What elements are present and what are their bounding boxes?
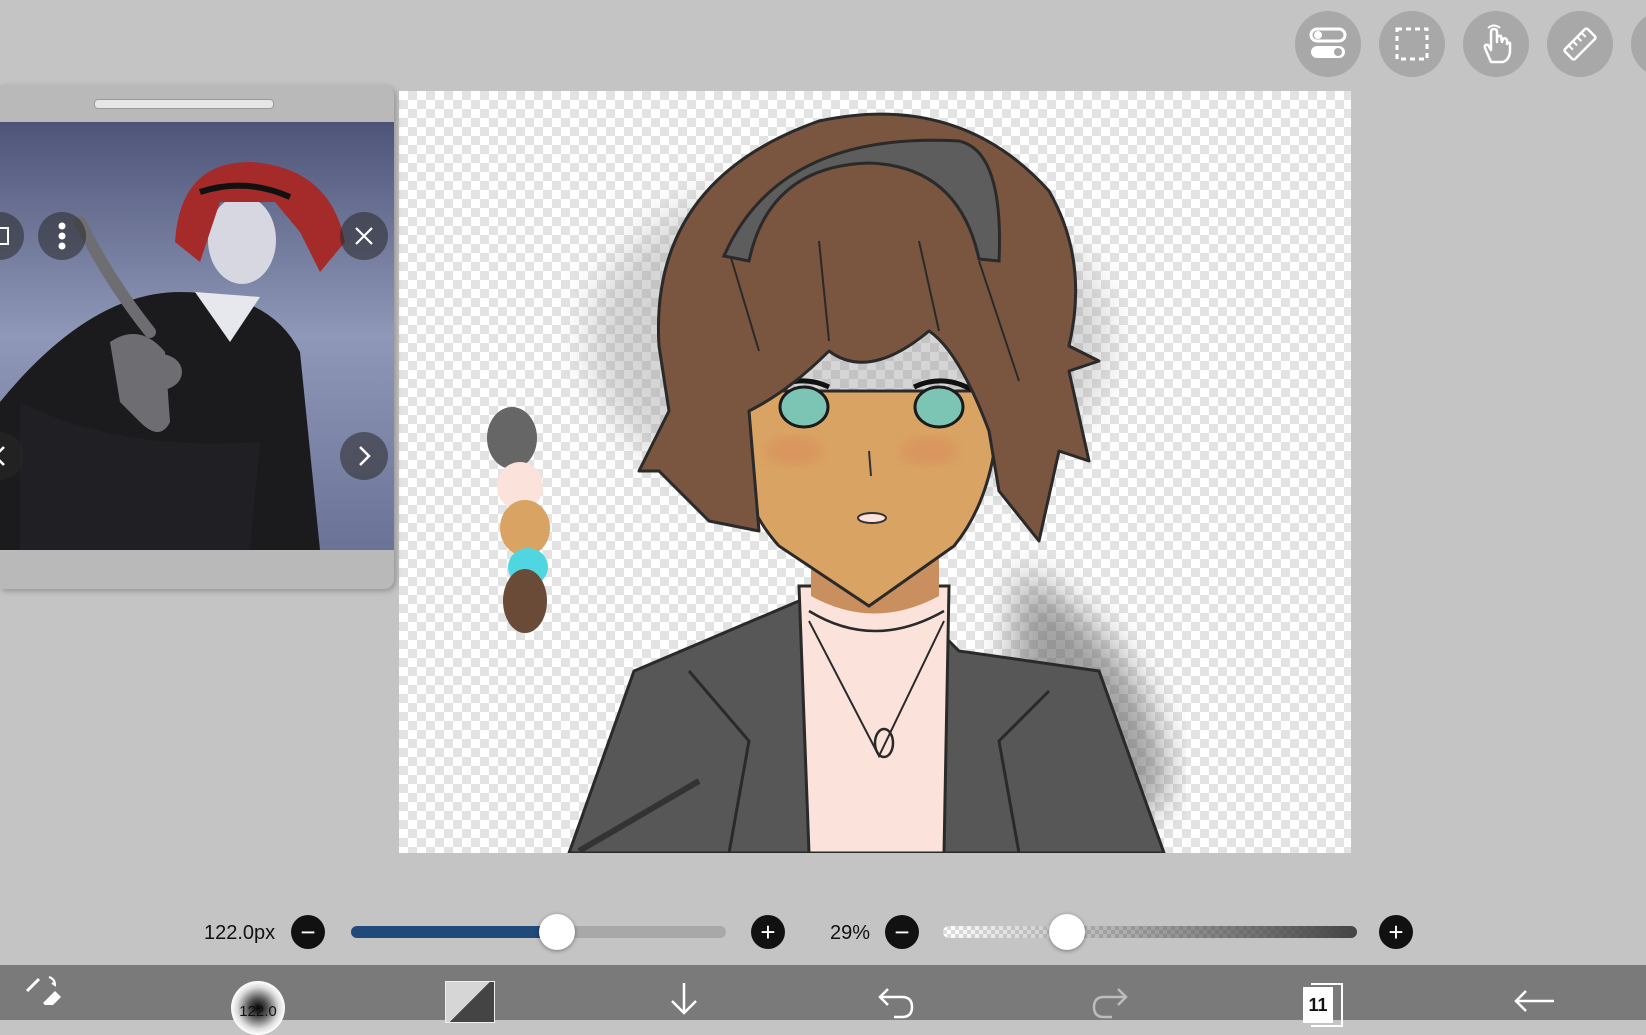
- reference-image: [0, 122, 394, 550]
- layers-button[interactable]: 11: [1300, 965, 1344, 1027]
- brush-size-decrease-button[interactable]: −: [291, 915, 325, 949]
- opacity-decrease-button[interactable]: −: [885, 915, 919, 949]
- redo-button[interactable]: [1088, 965, 1132, 1020]
- toggle-button[interactable]: [1295, 11, 1361, 77]
- palette-swatch: [487, 407, 537, 469]
- brush-icon: 122.0: [231, 981, 285, 1035]
- chevron-left-icon: [0, 446, 5, 466]
- brush-size-fill: [351, 926, 557, 938]
- brush-thumbnail-label: 122.0: [239, 1003, 277, 1020]
- brush-button[interactable]: 122.0: [228, 965, 288, 1035]
- selection-icon: [1395, 27, 1429, 61]
- ruler-icon: [1563, 27, 1597, 61]
- more-toolbar-button[interactable]: [1631, 11, 1646, 77]
- opacity-thumb[interactable]: [1049, 914, 1085, 950]
- palette-swatch: [500, 500, 550, 556]
- opacity-track[interactable]: [943, 926, 1357, 938]
- hand-button[interactable]: [1463, 11, 1529, 77]
- layers-icon: 11: [1303, 983, 1343, 1027]
- brush-size-increase-button[interactable]: +: [751, 915, 785, 949]
- ruler-button[interactable]: [1547, 11, 1613, 77]
- brush-size-thumb[interactable]: [539, 914, 575, 950]
- chevron-right-icon: [359, 446, 371, 466]
- redo-icon: [1092, 988, 1128, 1019]
- back-icon: [1514, 990, 1554, 1012]
- panel-drag-handle[interactable]: [94, 99, 274, 109]
- download-button[interactable]: [662, 965, 706, 1020]
- back-button[interactable]: [1511, 965, 1557, 1020]
- close-icon: [355, 227, 373, 245]
- color-icon: [445, 981, 495, 1023]
- undo-icon: [878, 988, 914, 1019]
- drawing-canvas[interactable]: [399, 91, 1351, 853]
- palette-swatch: [503, 569, 547, 633]
- layer-count: 11: [1308, 994, 1328, 1015]
- frame-icon: [0, 227, 9, 245]
- tool-switch-icon: [25, 976, 61, 1005]
- hand-icon: [1483, 24, 1512, 64]
- opacity-label: 29%: [830, 922, 871, 944]
- download-icon: [671, 983, 697, 1015]
- opacity-increase-button[interactable]: +: [1379, 915, 1413, 949]
- toggle-icon: [1309, 27, 1347, 58]
- selection-button[interactable]: [1379, 11, 1445, 77]
- reference-menu-button[interactable]: [38, 212, 86, 260]
- reference-next-button[interactable]: [340, 432, 388, 480]
- color-button[interactable]: [444, 965, 496, 1023]
- brush-size-label: 122.0px: [204, 922, 276, 944]
- tool-switch-button[interactable]: [18, 965, 68, 1020]
- reference-close-button[interactable]: [340, 212, 388, 260]
- reference-panel[interactable]: [0, 85, 394, 589]
- bottom-toolbar: 122.0 11: [0, 965, 1646, 1035]
- more-vertical-icon: [58, 222, 66, 250]
- undo-button[interactable]: [874, 965, 918, 1020]
- artwork: [487, 112, 1169, 853]
